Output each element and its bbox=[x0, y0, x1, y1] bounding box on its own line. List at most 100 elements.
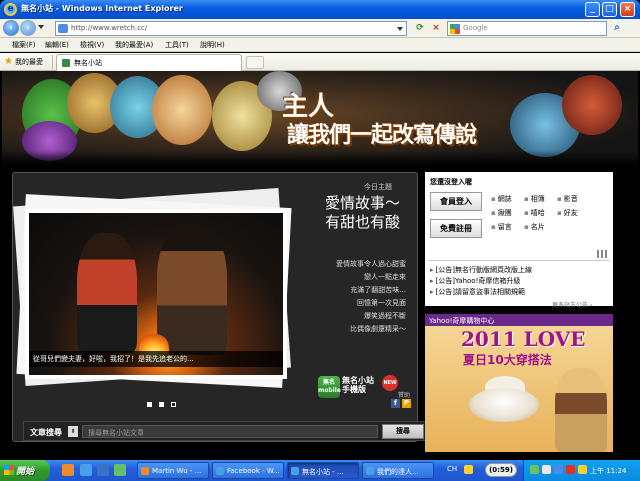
feature-photo[interactable]: 從哥兒們變夫妻，好啦，我招了！是我先追老公的... bbox=[25, 209, 287, 379]
service-link-group[interactable]: 揪團 bbox=[491, 208, 512, 218]
quicklaunch-icon[interactable] bbox=[114, 464, 126, 476]
minimize-button[interactable]: _ bbox=[585, 2, 600, 17]
taskbar: 開始 Martin Wu - ... Facebook - W... 無名小站 … bbox=[0, 460, 640, 481]
favorites-star-icon[interactable]: ★ bbox=[4, 56, 13, 67]
service-link-blog[interactable]: 網誌 bbox=[491, 194, 512, 204]
service-link-hiphop[interactable]: 嘻哈 bbox=[524, 208, 545, 218]
story-link[interactable]: 充滿了翻甜苦味... bbox=[296, 285, 406, 295]
tray-icon[interactable] bbox=[530, 465, 539, 474]
search-go-icon[interactable]: ⌕ bbox=[610, 22, 624, 35]
tray-icon[interactable] bbox=[542, 465, 551, 474]
ime-icon[interactable] bbox=[464, 465, 473, 474]
facebook-icon[interactable]: f bbox=[391, 399, 400, 408]
article-search-bar: 文章搜尋 ⬍ 搜尋無名小站文章 搜尋 bbox=[23, 421, 429, 441]
address-toolbar: ‹ › http://www.wretch.cc/ ⟳ × Google ⌕ bbox=[0, 19, 640, 38]
notice-link[interactable]: [公告]Yahoo!奇摩信箱升級 bbox=[430, 276, 521, 286]
feature-panel: 今日主題 愛情故事～ 有甜也有酸 愛情故事令人過心甜蜜 戀人一點走來 充滿了翻甜… bbox=[12, 172, 429, 442]
character-image bbox=[152, 75, 212, 145]
shopping-ad[interactable]: Yahoo!奇摩購物中心 2011 LOVE 夏日10大穿搭法 bbox=[425, 314, 613, 452]
volume-icon[interactable] bbox=[578, 465, 587, 474]
address-bar[interactable]: http://www.wretch.cc/ bbox=[55, 21, 407, 36]
more-notices-link[interactable]: 更多站方公告 › bbox=[552, 300, 592, 309]
login-button[interactable]: 會員登入 bbox=[430, 192, 482, 211]
taskbar-window-title: Facebook - W... bbox=[227, 467, 280, 475]
ad-title: Yahoo!奇摩購物中心 bbox=[425, 314, 613, 326]
register-button[interactable]: 免費註冊 bbox=[430, 219, 482, 238]
history-dropdown-icon[interactable] bbox=[38, 25, 44, 29]
ad-headline: 2011 LOVE bbox=[461, 327, 586, 351]
story-link[interactable]: 回憶第一次見面 bbox=[296, 298, 406, 308]
article-search-button[interactable]: 搜尋 bbox=[382, 424, 424, 439]
new-badge: NEW bbox=[382, 375, 398, 391]
main-content: 今日主題 愛情故事～ 有甜也有酸 愛情故事令人過心甜蜜 戀人一點走來 充滿了翻甜… bbox=[2, 166, 638, 460]
close-button[interactable]: × bbox=[620, 2, 635, 17]
google-icon bbox=[450, 24, 460, 34]
desktop-quicklaunch-icon[interactable] bbox=[97, 464, 109, 476]
menu-file[interactable]: 檔案(F) bbox=[12, 40, 36, 50]
ime-status[interactable]: (0:59) bbox=[485, 463, 517, 477]
banner-fade bbox=[2, 151, 638, 166]
mobile-app-icon[interactable]: 無名 mobile bbox=[318, 376, 341, 398]
notice-link[interactable]: [公告]請留意盜事法相關規範 bbox=[430, 287, 525, 297]
taskbar-window-expert[interactable]: 我們的達人... bbox=[362, 462, 434, 479]
service-link-album[interactable]: 相簿 bbox=[524, 194, 545, 204]
menu-edit[interactable]: 編輯(E) bbox=[45, 40, 69, 50]
browser-search-box[interactable]: Google bbox=[447, 21, 607, 36]
language-indicator[interactable]: CH bbox=[447, 465, 457, 473]
clock[interactable]: 上午 11:24 bbox=[590, 466, 626, 476]
quicklaunch-icon[interactable] bbox=[62, 464, 74, 476]
favorites-bar: ★ 我的最愛 無名小站 bbox=[0, 53, 640, 71]
stop-icon[interactable]: × bbox=[429, 22, 443, 35]
search-type-dropdown[interactable]: ⬍ bbox=[68, 426, 78, 437]
refresh-icon[interactable]: ⟳ bbox=[413, 22, 427, 35]
login-status: 您還沒登入喔 bbox=[430, 178, 472, 186]
photo-caption[interactable]: 從哥兒們變夫妻，好啦，我招了！是我先追老公的... bbox=[33, 354, 194, 364]
title-bar[interactable]: e 無名小站 - Windows Internet Explorer _ □ × bbox=[0, 0, 640, 19]
menu-help[interactable]: 說明(H) bbox=[200, 40, 225, 50]
menu-tools[interactable]: 工具(T) bbox=[165, 40, 189, 50]
taskbar-window-martin[interactable]: Martin Wu - ... bbox=[137, 462, 209, 479]
plurk-icon[interactable]: P bbox=[402, 399, 411, 408]
address-url: http://www.wretch.cc/ bbox=[71, 24, 148, 32]
article-search-label: 文章搜尋 bbox=[30, 428, 62, 437]
maximize-button[interactable]: □ bbox=[602, 2, 617, 17]
taskbar-window-title: Martin Wu - ... bbox=[152, 467, 202, 475]
service-link-video[interactable]: 影音 bbox=[557, 194, 578, 204]
menu-favorites[interactable]: 我的最愛(A) bbox=[115, 40, 153, 50]
favorites-label[interactable]: 我的最愛 bbox=[15, 57, 43, 67]
mobile-version-link[interactable]: 無名小站手機版 bbox=[342, 376, 380, 394]
banner[interactable]: 主人 讓我們一起改寫傳說 bbox=[2, 71, 638, 166]
story-link[interactable]: 比偶像劇還精采～ bbox=[296, 324, 406, 334]
feature-headline[interactable]: 有甜也有酸 bbox=[325, 211, 400, 232]
story-link[interactable]: 愛情故事令人過心甜蜜 bbox=[296, 259, 406, 269]
tab-wretch[interactable]: 無名小站 bbox=[56, 54, 242, 71]
tab-title: 無名小站 bbox=[74, 59, 102, 67]
character-image bbox=[562, 75, 622, 135]
carousel-dot[interactable] bbox=[159, 402, 164, 407]
model-image bbox=[555, 368, 607, 452]
taskbar-window-wretch[interactable]: 無名小站 - ... bbox=[287, 462, 359, 479]
divider bbox=[52, 55, 53, 69]
new-tab-button[interactable] bbox=[246, 56, 264, 69]
service-link-message[interactable]: 留言 bbox=[491, 222, 512, 232]
article-search-input[interactable]: 搜尋無名小站文章 bbox=[82, 425, 378, 438]
back-button[interactable]: ‹ bbox=[3, 20, 19, 36]
carousel-dot[interactable] bbox=[147, 402, 152, 407]
story-link[interactable]: 爆笑過程不斷 bbox=[296, 311, 406, 321]
ie-logo-icon: e bbox=[4, 3, 17, 16]
service-link-friends[interactable]: 好友 bbox=[557, 208, 578, 218]
feature-headline[interactable]: 愛情故事～ bbox=[325, 192, 400, 213]
story-link[interactable]: 戀人一點走來 bbox=[296, 272, 406, 282]
carousel-dot[interactable] bbox=[171, 402, 176, 407]
taskbar-window-facebook[interactable]: Facebook - W... bbox=[212, 462, 284, 479]
notice-link[interactable]: [公告]無名行動版網頁改版上線 bbox=[430, 265, 532, 275]
ie-icon bbox=[291, 467, 299, 475]
antivirus-icon[interactable] bbox=[566, 465, 575, 474]
menu-view[interactable]: 檢視(V) bbox=[80, 40, 104, 50]
service-link-card[interactable]: 名片 bbox=[524, 222, 545, 232]
forward-button[interactable]: › bbox=[20, 20, 36, 36]
network-icon[interactable] bbox=[554, 465, 563, 474]
hat-image bbox=[469, 388, 539, 422]
ie-quicklaunch-icon[interactable] bbox=[80, 464, 92, 476]
address-dropdown-icon[interactable] bbox=[397, 27, 403, 31]
